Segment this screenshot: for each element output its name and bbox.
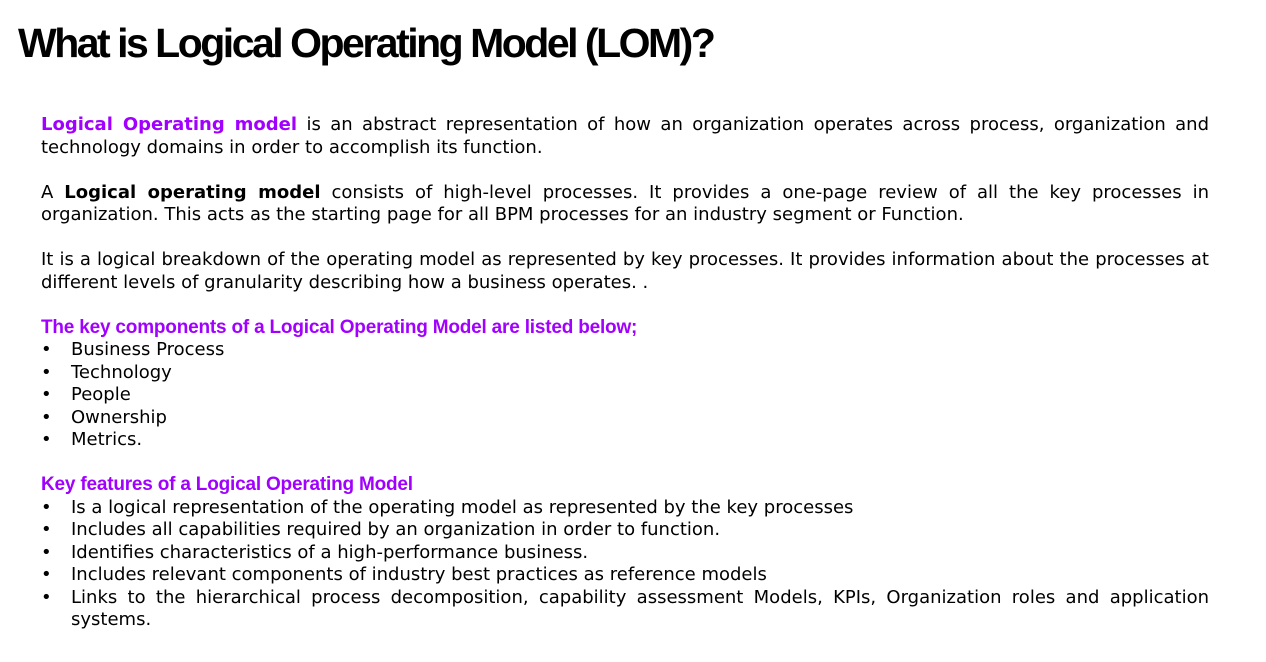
bullet-icon: • — [41, 541, 52, 563]
paragraph-definition: Logical Operating model is an abstract r… — [41, 114, 1209, 159]
bullet-icon: • — [41, 496, 52, 518]
bullet-icon: • — [41, 339, 52, 360]
list-item: • Links to the hierarchical process decom… — [41, 586, 1209, 631]
features-heading: Key features of a Logical Operating Mode… — [41, 474, 413, 495]
list-item: • Includes relevant components of industr… — [41, 564, 767, 585]
components-list: • Business Process • Technology • People • O… — [41, 339, 1209, 452]
paragraph-text: It is a logical breakdown of the operati… — [41, 249, 1209, 293]
bullet-icon: • — [41, 384, 52, 405]
features-list: • Is a logical representation of the oper… — [41, 497, 1209, 632]
bullet-icon: • — [41, 429, 52, 450]
bullet-icon: • — [41, 519, 52, 540]
bold-term: Logical operating model — [64, 181, 321, 203]
list-item: • Technology — [41, 361, 172, 383]
list-item: • Includes all capabilities required by a… — [41, 519, 721, 540]
list-item: • Is a logical representation of the oper… — [41, 496, 854, 518]
paragraph-breakdown: It is a logical breakdown of the operati… — [41, 249, 1209, 294]
list-item: • Identifies characteristics of a high-pe… — [41, 541, 589, 563]
components-heading: The key components of a Logical Operatin… — [41, 316, 638, 338]
bullet-icon: • — [41, 586, 52, 608]
highlight-term: Logical Operating model — [41, 114, 298, 135]
list-item: • People — [41, 384, 131, 405]
list-item: • Ownership — [41, 406, 167, 428]
bullet-icon: • — [41, 361, 52, 383]
bullet-icon: • — [41, 564, 52, 585]
list-item: • Business Process — [41, 339, 225, 360]
content-body: Logical Operating model is an abstract r… — [41, 114, 1209, 632]
bullet-icon: • — [41, 406, 52, 428]
paragraph-overview: A Logical operating model consists of hi… — [41, 182, 1209, 227]
list-item: • Metrics. — [41, 429, 143, 450]
page-title: What is Logical Operating Model (LOM)? — [18, 20, 716, 66]
paragraph-prefix: A — [41, 181, 65, 203]
